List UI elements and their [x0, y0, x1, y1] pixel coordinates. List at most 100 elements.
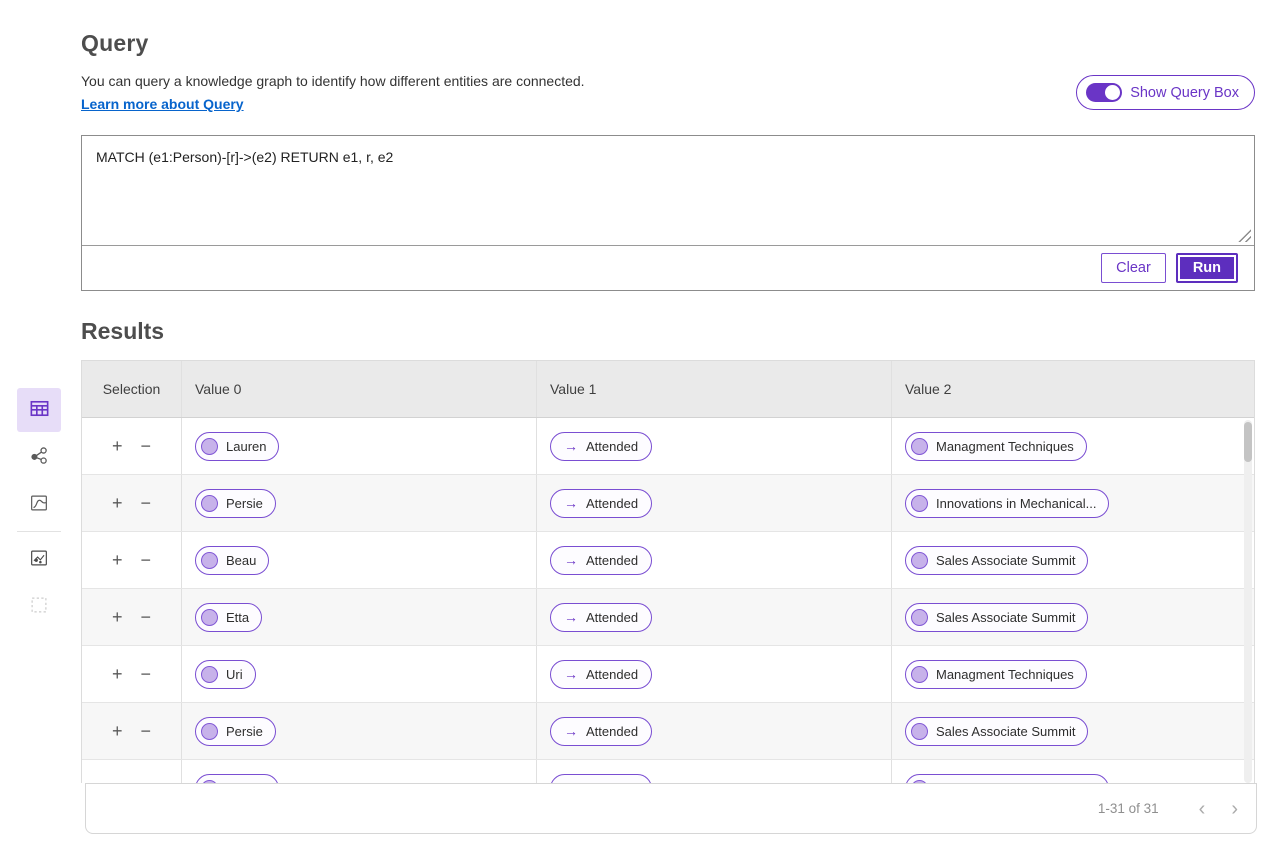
- table-view-icon: [28, 397, 51, 423]
- target-label: Managment Techniques: [936, 666, 1074, 682]
- add-selection-button[interactable]: +: [110, 663, 125, 685]
- relation-arrow-icon: →: [564, 609, 578, 625]
- remove-selection-button[interactable]: −: [139, 435, 154, 457]
- map-selection-view-icon: [28, 547, 50, 572]
- entity-node-icon: [201, 437, 218, 455]
- table-row: + − Beau → Attended Sales Associate Summ…: [82, 532, 1254, 589]
- add-selection-button[interactable]: +: [110, 435, 125, 457]
- table-row: + − Persie → Attended Sales Associate Su…: [82, 703, 1254, 760]
- target-chip[interactable]: Sales Associate Summit: [905, 602, 1089, 632]
- relation-chip[interactable]: → Attended: [550, 545, 653, 575]
- map-selection-view-button[interactable]: [17, 537, 61, 581]
- map-view-button[interactable]: [17, 482, 61, 526]
- entity-chip[interactable]: Uri: [195, 659, 256, 689]
- show-query-box-toggle[interactable]: Show Query Box: [1076, 75, 1255, 110]
- add-selection-button[interactable]: +: [110, 549, 125, 571]
- relation-chip[interactable]: → Attended: [550, 773, 653, 783]
- value1-cell: → Attended: [537, 646, 892, 702]
- clear-button[interactable]: Clear: [1101, 253, 1166, 283]
- target-label: Sales Associate Summit: [936, 723, 1076, 739]
- relation-chip[interactable]: → Attended: [550, 602, 653, 632]
- value0-cell: Uri: [182, 646, 537, 702]
- entity-node-icon: [201, 665, 218, 683]
- value2-cell: Sales Associate Summit: [892, 703, 1254, 759]
- network-view-button[interactable]: [17, 435, 61, 479]
- remove-selection-button[interactable]: −: [139, 663, 154, 685]
- relation-chip[interactable]: → Attended: [550, 431, 653, 461]
- remove-selection-button[interactable]: −: [139, 549, 154, 571]
- target-node-icon: [911, 665, 928, 683]
- network-view-icon: [28, 445, 50, 470]
- next-page-icon[interactable]: ›: [1231, 799, 1238, 819]
- run-button[interactable]: Run: [1175, 253, 1238, 283]
- pagination-range: 1-31 of 31: [1097, 801, 1159, 816]
- value1-cell: → Attended: [537, 703, 892, 759]
- entity-label: Persie: [226, 723, 263, 739]
- entity-label: Uri: [226, 666, 243, 682]
- view-switcher-rail: [16, 388, 62, 628]
- target-chip[interactable]: Innovations in Mechanical...: [905, 773, 1110, 783]
- value2-cell: Innovations in Mechanical...: [892, 475, 1254, 531]
- relation-label: Attended: [586, 438, 639, 454]
- remove-selection-button[interactable]: −: [139, 720, 154, 742]
- relation-label: Attended: [586, 495, 639, 511]
- target-label: Sales Associate Summit: [936, 552, 1076, 568]
- selection-cell: + −: [82, 418, 182, 474]
- value0-cell: Lauren: [182, 418, 537, 474]
- remove-selection-button[interactable]: −: [139, 492, 154, 514]
- query-footer: Clear Run: [82, 246, 1254, 290]
- entity-label: Persie: [226, 495, 263, 511]
- selection-cell: + −: [82, 475, 182, 531]
- selection-view-button-disabled: [17, 584, 61, 628]
- entity-chip[interactable]: Lauren: [195, 773, 280, 783]
- selection-cell: + −: [82, 760, 182, 783]
- query-box: MATCH (e1:Person)-[r]->(e2) RETURN e1, r…: [81, 135, 1255, 291]
- entity-chip[interactable]: Lauren: [195, 431, 280, 461]
- selection-cell: + −: [82, 589, 182, 645]
- add-selection-button[interactable]: +: [110, 606, 125, 628]
- selection-cell: + −: [82, 703, 182, 759]
- scrollbar-thumb[interactable]: [1244, 422, 1252, 462]
- entity-chip[interactable]: Persie: [195, 488, 276, 518]
- entity-node-icon: [201, 722, 218, 740]
- target-node-icon: [911, 494, 928, 512]
- column-header-value1: Value 1: [537, 361, 892, 417]
- query-input[interactable]: MATCH (e1:Person)-[r]->(e2) RETURN e1, r…: [82, 136, 1254, 246]
- relation-chip[interactable]: → Attended: [550, 716, 653, 746]
- target-chip[interactable]: Sales Associate Summit: [905, 716, 1089, 746]
- target-node-icon: [911, 722, 928, 740]
- target-chip[interactable]: Managment Techniques: [905, 431, 1087, 461]
- column-header-value2: Value 2: [905, 381, 952, 397]
- entity-chip[interactable]: Beau: [195, 545, 270, 575]
- learn-more-link[interactable]: Learn more about Query: [81, 96, 244, 112]
- relation-arrow-icon: →: [564, 666, 578, 682]
- value1-cell: → Attended: [537, 475, 892, 531]
- remove-selection-button[interactable]: −: [139, 606, 154, 628]
- table-row: + − Uri → Attended Managment Techniques: [82, 646, 1254, 703]
- table-scrollbar[interactable]: [1244, 420, 1252, 783]
- value1-cell: → Attended: [537, 532, 892, 588]
- entity-label: Lauren: [226, 438, 267, 454]
- value1-cell: → Attended: [537, 418, 892, 474]
- table-body: + − Lauren → Attended Managment Techniqu…: [82, 418, 1254, 783]
- target-chip[interactable]: Managment Techniques: [905, 659, 1087, 689]
- add-selection-button[interactable]: +: [110, 492, 125, 514]
- target-chip[interactable]: Sales Associate Summit: [905, 545, 1089, 575]
- target-node-icon: [911, 608, 928, 626]
- previous-page-icon[interactable]: ‹: [1199, 799, 1206, 819]
- add-selection-button[interactable]: +: [110, 720, 125, 742]
- toggle-label: Show Query Box: [1130, 84, 1239, 101]
- entity-chip[interactable]: Persie: [195, 716, 276, 746]
- relation-label: Attended: [586, 666, 639, 682]
- target-chip[interactable]: Innovations in Mechanical...: [905, 488, 1110, 518]
- table-view-button[interactable]: [17, 388, 61, 432]
- relation-chip[interactable]: → Attended: [550, 488, 653, 518]
- page-title: Query: [81, 30, 149, 56]
- pagination-bar: 1-31 of 31 ‹ ›: [85, 783, 1257, 834]
- table-row: + − Lauren → Attended Managment Techniqu…: [82, 418, 1254, 475]
- value1-cell: → Attended: [537, 589, 892, 645]
- relation-chip[interactable]: → Attended: [550, 659, 653, 689]
- relation-label: Attended: [586, 552, 639, 568]
- entity-chip[interactable]: Etta: [195, 602, 263, 632]
- value0-cell: Etta: [182, 589, 537, 645]
